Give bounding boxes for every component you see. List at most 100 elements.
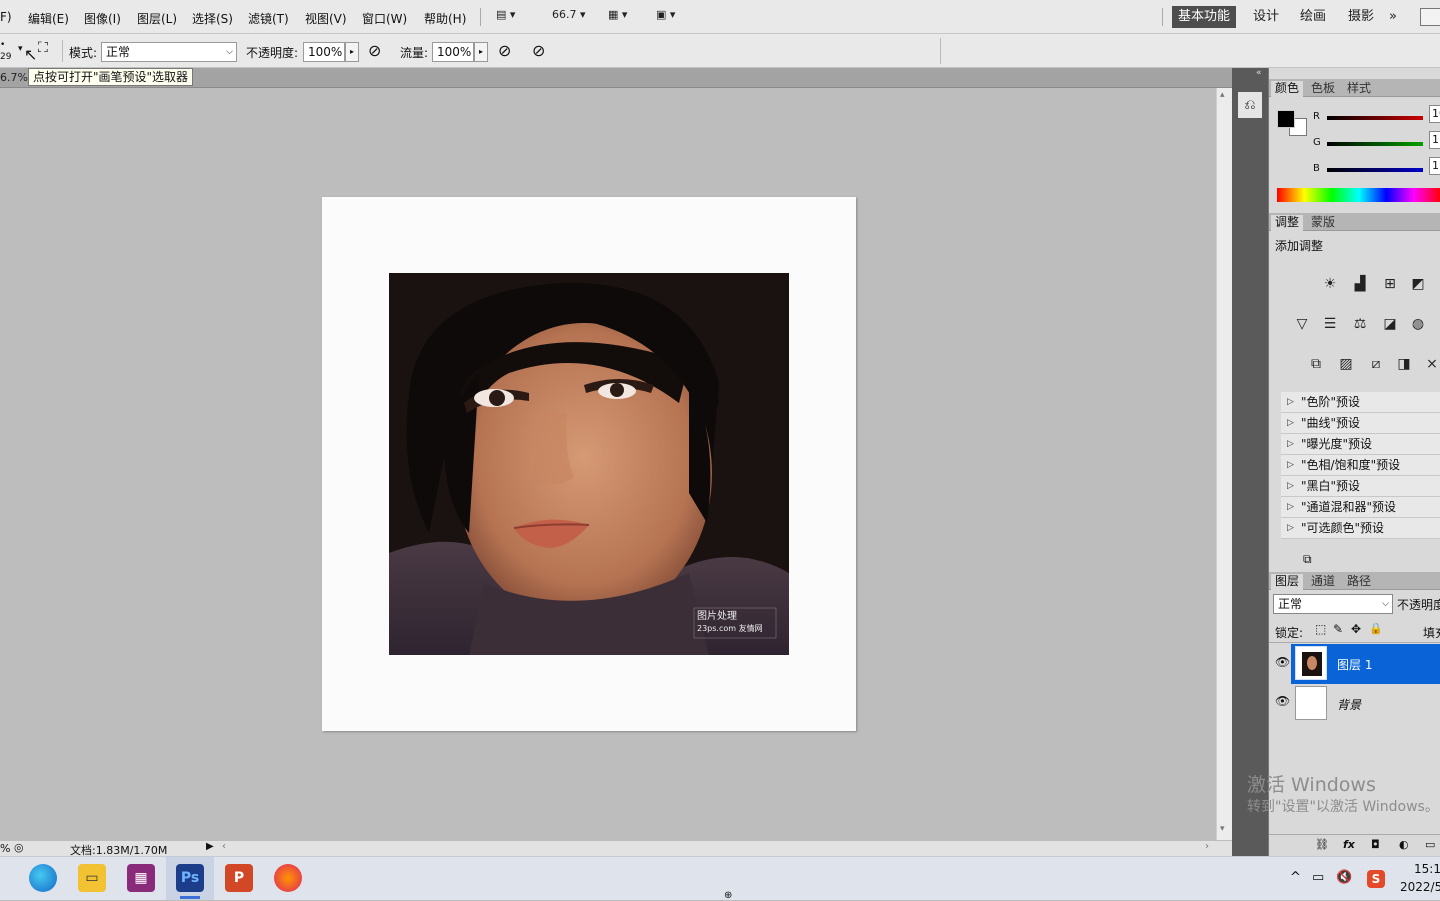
menu-filter[interactable]: 滤镜(T) — [248, 10, 289, 27]
black-white-icon[interactable]: ◪ — [1379, 313, 1401, 335]
workspace-design[interactable]: 设计 — [1247, 6, 1285, 28]
tab-color[interactable]: 颜色 — [1271, 81, 1304, 97]
new-group-icon[interactable]: ▭ — [1425, 838, 1435, 851]
taskbar-date[interactable]: 2022/5 — [1400, 880, 1440, 894]
color-spectrum-bar[interactable] — [1277, 188, 1440, 202]
volume-muted-icon[interactable]: 🔇 — [1336, 870, 1352, 885]
levels-icon[interactable]: ▟ — [1349, 273, 1371, 295]
menu-edit[interactable]: 编辑(E) — [28, 10, 69, 27]
clip-to-layer-icon[interactable]: ⧉ — [1303, 552, 1312, 567]
vertical-scrollbar[interactable]: ▴ ▾ — [1216, 88, 1232, 840]
winrar-icon[interactable]: ▦ — [127, 864, 155, 892]
channel-g-slider[interactable] — [1327, 142, 1423, 146]
add-mask-icon[interactable]: ◘ — [1371, 838, 1380, 851]
vibrance-icon[interactable]: ▽ — [1291, 313, 1313, 335]
powerpoint-icon[interactable]: P — [225, 864, 253, 892]
tab-masks[interactable]: 蒙版 — [1307, 215, 1339, 231]
status-expand-icon[interactable]: ▶ — [206, 841, 214, 852]
workspace-painting[interactable]: 绘画 — [1294, 6, 1332, 28]
network-icon[interactable]: ▭ — [1312, 870, 1324, 885]
preset-levels[interactable]: ▷ "色阶"预设 — [1281, 392, 1440, 413]
tab-channels[interactable]: 通道 — [1307, 574, 1339, 590]
lock-transparent-icon[interactable]: ⬚ — [1315, 622, 1326, 636]
firefox-icon[interactable] — [274, 864, 302, 892]
layer-row-background[interactable]: 背景 — [1291, 684, 1440, 724]
exposure-icon[interactable]: ◩ — [1407, 273, 1429, 295]
preset-black-white[interactable]: ▷ "黑白"预设 — [1281, 476, 1440, 497]
color-balance-icon[interactable]: ⚖ — [1349, 313, 1371, 335]
workspace-basic[interactable]: 基本功能 — [1172, 6, 1237, 28]
channel-b-slider[interactable] — [1327, 168, 1423, 172]
scroll-right-icon[interactable]: › — [1205, 841, 1209, 852]
flow-input[interactable]: 100% — [432, 42, 474, 62]
curves-icon[interactable]: ⊞ — [1379, 273, 1401, 295]
menu-select[interactable]: 选择(S) — [192, 10, 233, 27]
history-panel-icon[interactable]: ⎌ — [1238, 92, 1262, 118]
lock-position-icon[interactable]: ✥ — [1351, 622, 1361, 636]
pressure-size-icon[interactable]: ⊘ — [532, 41, 545, 60]
channel-r-input[interactable]: 10 — [1429, 105, 1440, 123]
workspace-more-icon[interactable]: » — [1383, 6, 1403, 28]
blend-mode-select[interactable]: 正常 ⌵ — [1273, 594, 1393, 614]
opacity-input[interactable]: 100% — [303, 42, 345, 62]
photo-filter-icon[interactable]: ◍ — [1407, 313, 1429, 335]
new-adjustment-layer-icon[interactable]: ◐ — [1399, 838, 1409, 851]
menu-window[interactable]: 窗口(W) — [362, 10, 407, 27]
layer-visibility-eye-icon[interactable]: 👁 — [1275, 655, 1290, 669]
photoshop-taskbar-icon[interactable]: Ps — [176, 864, 204, 892]
preset-channel-mixer[interactable]: ▷ "通道混和器"预设 — [1281, 497, 1440, 518]
background-visibility-eye-icon[interactable]: 👁 — [1275, 694, 1290, 708]
link-layers-icon[interactable]: ⛓ — [1315, 838, 1329, 851]
preset-selective-color[interactable]: ▷ "可选颜色"预设 — [1281, 518, 1440, 539]
invert-icon[interactable]: ▨ — [1335, 353, 1357, 375]
lock-image-icon[interactable]: ✎ — [1333, 622, 1343, 636]
opacity-slider-button[interactable]: ▸ — [345, 42, 359, 62]
tab-paths[interactable]: 路径 — [1343, 574, 1375, 590]
gradient-map-icon[interactable]: ⨯ — [1421, 353, 1440, 375]
menu-file[interactable]: F) — [0, 10, 12, 24]
menu-view[interactable]: 视图(V) — [305, 10, 347, 27]
channel-b-input[interactable]: 1 — [1429, 157, 1440, 175]
scroll-left-icon[interactable]: ‹ — [222, 841, 226, 852]
screen-mode-icon[interactable]: ▣ ▾ — [656, 8, 675, 26]
collapse-panels-icon[interactable]: « — [1256, 68, 1262, 78]
file-explorer-icon[interactable]: ▭ — [78, 864, 106, 892]
foreground-color-swatch[interactable] — [1277, 110, 1295, 128]
channel-mixer-icon[interactable]: ⧉ — [1305, 353, 1327, 375]
tab-swatches[interactable]: 色板 — [1307, 81, 1339, 97]
hue-saturation-icon[interactable]: ☰ — [1319, 313, 1341, 335]
arrange-documents-icon[interactable]: ▦ ▾ — [608, 8, 627, 26]
posterize-icon[interactable]: ⧄ — [1365, 353, 1387, 375]
channel-g-input[interactable]: 1 — [1429, 131, 1440, 149]
layer-row-1[interactable]: 图层 1 — [1291, 644, 1440, 684]
status-menu-icon[interactable]: ◎ — [14, 841, 24, 854]
workspace-photography[interactable]: 摄影 — [1342, 6, 1380, 28]
brush-preset-picker-button[interactable]: ▾ — [18, 44, 23, 54]
layer-style-icon[interactable]: fx — [1343, 838, 1355, 851]
flow-slider-button[interactable]: ▸ — [474, 42, 488, 62]
menu-help[interactable]: 帮助(H) — [424, 10, 466, 27]
portrait-photo[interactable]: 图片处理 23ps.com 友情网 — [389, 273, 789, 655]
tray-overflow-icon[interactable]: ^ — [1290, 870, 1301, 885]
brightness-icon[interactable]: ☀ — [1319, 273, 1341, 295]
edge-browser-icon[interactable] — [29, 864, 57, 892]
launch-bridge-icon[interactable]: ▤ ▾ — [496, 8, 515, 26]
preset-exposure[interactable]: ▷ "曝光度"预设 — [1281, 434, 1440, 455]
menu-image[interactable]: 图像(I) — [84, 10, 121, 27]
tab-layers[interactable]: 图层 — [1271, 574, 1304, 590]
scroll-down-icon[interactable]: ▾ — [1220, 824, 1225, 834]
menu-layer[interactable]: 图层(L) — [137, 10, 177, 27]
preset-curves[interactable]: ▷ "曲线"预设 — [1281, 413, 1440, 434]
airbrush-pressure-opacity-icon[interactable]: ⊘ — [368, 41, 381, 60]
airbrush-icon[interactable]: ⊘ — [498, 41, 511, 60]
channel-r-slider[interactable] — [1327, 116, 1423, 120]
zoom-level-dropdown[interactable]: 66.7 ▾ — [552, 8, 586, 26]
status-zoom-field[interactable]: % — [0, 842, 10, 855]
sogou-ime-icon[interactable]: S — [1367, 870, 1385, 888]
taskbar-time[interactable]: 15:1 — [1414, 862, 1440, 876]
lock-all-icon[interactable]: 🔒 — [1369, 622, 1383, 635]
window-minimize-button[interactable] — [1420, 8, 1440, 26]
preset-hue-saturation[interactable]: ▷ "色相/饱和度"预设 — [1281, 455, 1440, 476]
tab-styles[interactable]: 样式 — [1343, 81, 1375, 97]
mode-select[interactable]: 正常 ⌵ — [101, 42, 237, 62]
